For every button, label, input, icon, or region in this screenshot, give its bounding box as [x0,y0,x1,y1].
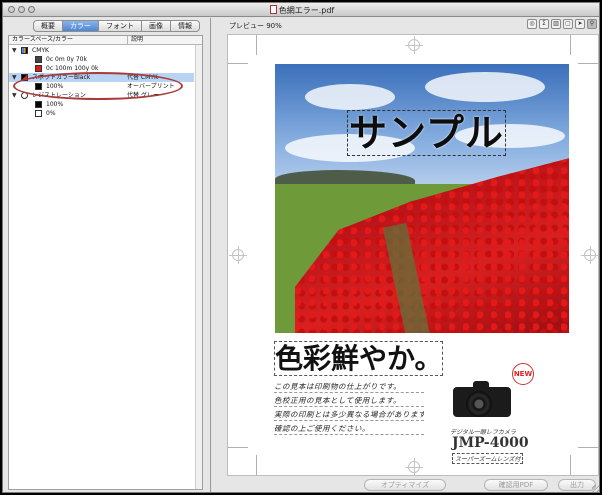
crop-mark [570,35,571,55]
disclosure-triangle-icon[interactable]: ▼ [12,46,17,55]
crop-mark [228,63,248,64]
cloud [425,72,545,102]
proof-pdf-button[interactable]: 確認用PDF [484,479,548,491]
product-subcaption: スーパーズームレンズ付 [452,453,524,464]
list-item[interactable]: 100% [9,100,194,109]
color-swatch [35,56,42,63]
inspector-tabs: 概要 カラー フォント 画像 情報 [33,20,200,32]
resize-grip-icon[interactable] [592,485,599,492]
crop-mark [256,455,257,475]
page-icon[interactable]: ▢ [563,19,573,29]
preview-pane: プレビュー 90% ◎ Σ ▥ ▢ ➤ ⚲ サンプル 色彩鮮やか。 この見本は印… [212,18,599,492]
color-list: カラースペース/カラー 説明 ▼ CMYK 0c 0m 0y 70k 0c 10… [8,35,203,490]
body-line: 確認の上ご使用ください。 [274,423,424,435]
list-item-label: 0c 0m 0y 70k [46,56,87,63]
optimize-button[interactable]: オプティマイズ [364,479,446,491]
color-swatch [35,65,42,72]
registration-mark [581,246,599,264]
crop-mark [228,447,248,448]
sigma-icon[interactable]: Σ [539,19,549,29]
window-title-text: 色網エラー.pdf [278,6,335,15]
tab-info[interactable]: 情報 [171,20,200,32]
crop-mark [578,63,598,64]
body-copy: この見本は印刷物の仕上がりです。 色校正用の見本として使用します。 実際の印刷と… [274,381,424,437]
camera-image [453,377,513,421]
body-line: 色校正用の見本として使用します。 [274,395,424,407]
headline-text: サンプル [347,110,506,156]
action-bar: オプティマイズ 確認用PDF 出力 [212,479,599,492]
title-bar: 色網エラー.pdf [3,3,599,17]
camera-lens [466,391,492,417]
inspector-pane: 概要 カラー フォント 画像 情報 カラースペース/カラー 説明 ▼ CMYK … [3,18,211,492]
list-item-label: 100% [46,101,64,108]
crop-mark [570,455,571,475]
cmyk-icon [21,47,28,54]
disclosure-triangle-icon[interactable]: ▼ [12,91,17,100]
document-preview[interactable]: サンプル 色彩鮮やか。 この見本は印刷物の仕上がりです。 色校正用の見本として使… [227,34,599,476]
new-badge: NEW [512,363,534,385]
app-window: 色網エラー.pdf 概要 カラー フォント 画像 情報 カラースペース/カラー … [2,2,600,493]
arrow-icon[interactable]: ➤ [575,19,585,29]
list-item-cmyk[interactable]: ▼ CMYK [9,46,194,55]
registration-mark [229,246,247,264]
subheadline: 色彩鮮やか。 [274,337,444,377]
subheadline-text: 色彩鮮やか。 [274,341,444,376]
list-item[interactable]: 0% [9,109,194,118]
disclosure-triangle-icon[interactable]: ▼ [12,73,17,82]
hero-photo: サンプル [275,64,569,333]
list-item-label: 0% [46,110,56,117]
color-swatch [35,101,42,108]
window-title: 色網エラー.pdf [3,5,599,16]
registration-mark [405,458,423,476]
separations-icon[interactable]: ▥ [551,19,561,29]
tab-summary[interactable]: 概要 [33,20,63,32]
column-header-colorspace[interactable]: カラースペース/カラー [12,36,73,44]
color-list-header: カラースペース/カラー 説明 [9,36,202,45]
registration-mark [405,36,423,54]
body-line: 実際の印刷とは多少異なる場合があります。 [274,410,424,421]
pdf-file-icon [269,5,277,14]
list-item-label: CMYK [32,47,49,54]
product-model: JMP-4000 [452,435,529,451]
headline: サンプル [347,102,506,157]
column-header-description[interactable]: 説明 [127,36,143,44]
tab-color[interactable]: カラー [63,20,99,32]
overprint-icon[interactable]: ◎ [527,19,537,29]
body-line: この見本は印刷物の仕上がりです。 [274,381,424,393]
zoom-icon[interactable]: ⚲ [587,19,597,29]
color-swatch [35,110,42,117]
tab-images[interactable]: 画像 [142,20,171,32]
list-item[interactable]: 0c 0m 0y 70k [9,55,194,64]
preview-zoom-label: プレビュー 90% [229,22,282,30]
crop-mark [256,35,257,55]
crop-mark [578,447,598,448]
output-button[interactable]: 出力 [558,479,596,491]
highlight-annotation [13,72,183,100]
tab-fonts[interactable]: フォント [99,20,142,32]
vertical-scrollbar[interactable] [195,45,202,489]
preview-toolbar: ◎ Σ ▥ ▢ ➤ ⚲ [527,19,597,29]
